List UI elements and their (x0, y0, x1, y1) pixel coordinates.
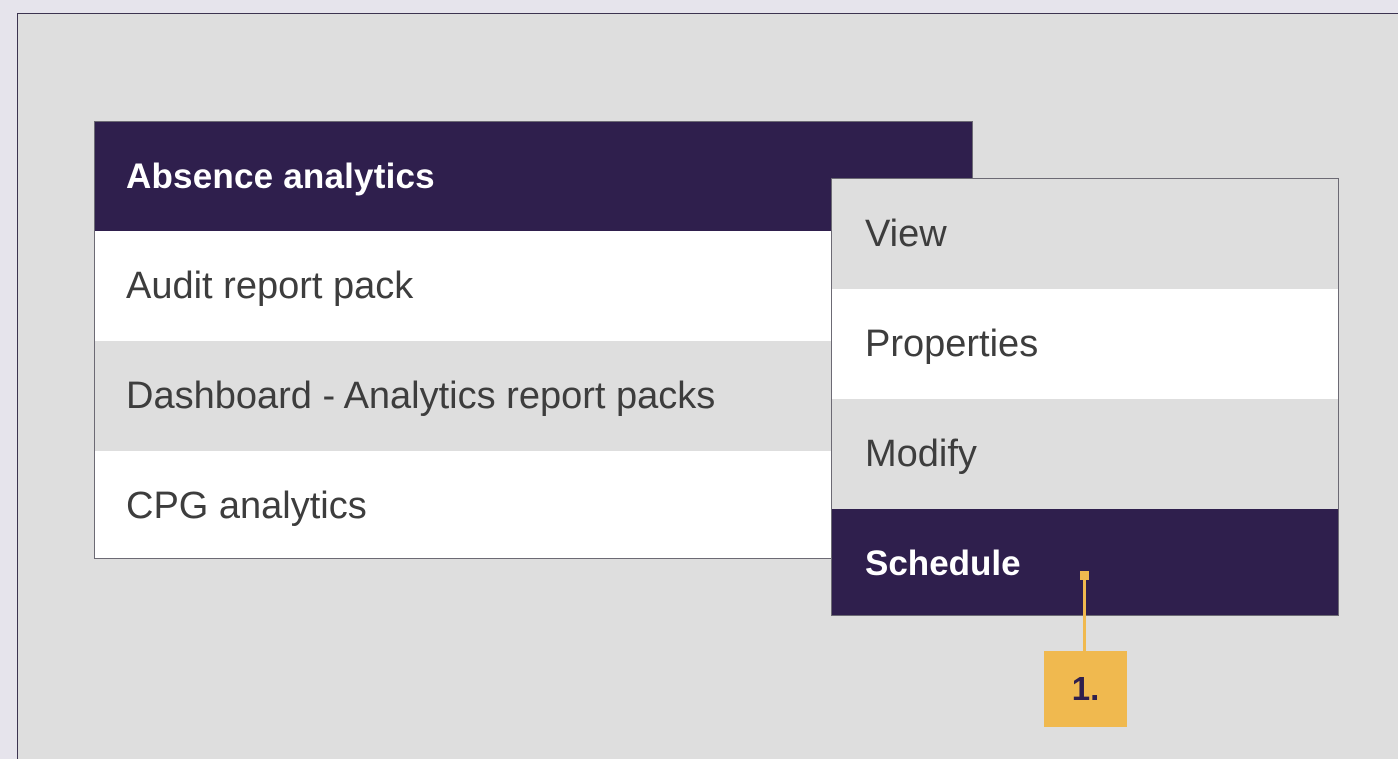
report-list-header-label: Absence analytics (126, 156, 435, 196)
context-menu: View Properties Modify Schedule (831, 178, 1339, 616)
list-item-label: Audit report pack (126, 264, 414, 307)
menu-item-modify[interactable]: Modify (832, 399, 1338, 509)
callout-badge-label: 1. (1071, 670, 1100, 707)
menu-item-label: Modify (865, 432, 977, 475)
menu-item-properties[interactable]: Properties (832, 289, 1338, 399)
menu-item-view[interactable]: View (832, 179, 1338, 289)
list-item-label: CPG analytics (126, 484, 367, 527)
menu-item-label: View (865, 212, 947, 255)
callout-leader-line (1083, 578, 1086, 652)
menu-item-label: Properties (865, 322, 1039, 365)
list-item-label: Dashboard - Analytics report packs (126, 374, 716, 417)
callout-badge: 1. (1044, 651, 1127, 727)
menu-item-label: Schedule (865, 544, 1021, 583)
